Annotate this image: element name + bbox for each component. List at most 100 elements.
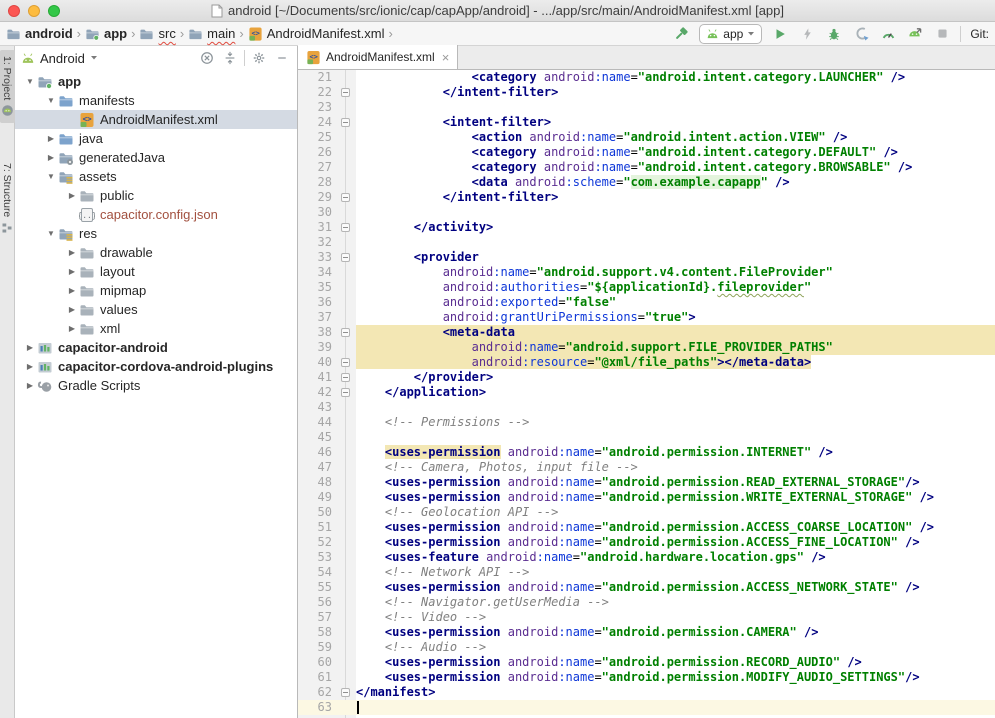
fold-marker-icon[interactable] [341,388,350,397]
attach-debugger-button[interactable] [852,25,870,43]
close-window-button[interactable] [8,5,20,17]
code-line-57[interactable]: <!-- Video --> [356,610,995,625]
code-line-22[interactable]: </intent-filter> [356,85,995,100]
breadcrumb-item-src[interactable]: src [139,26,175,41]
code-line-37[interactable]: android:grantUriPermissions="true"> [356,310,995,325]
code-line-50[interactable]: <!-- Geolocation API --> [356,505,995,520]
code-line-45[interactable] [356,430,995,445]
code-line-40[interactable]: android:resource="@xml/file_paths"></met… [356,355,995,370]
code-line-52[interactable]: <uses-permission android:name="android.p… [356,535,995,550]
tree-item-capacitor-config-json[interactable]: {..}capacitor.config.json [15,205,297,224]
tree-collapsed-arrow-icon[interactable]: ▶ [65,267,79,276]
tree-item-gradle-scripts[interactable]: ▶Gradle Scripts [15,376,297,395]
select-opened-file-button[interactable] [198,49,216,67]
tree-expanded-arrow-icon[interactable]: ▼ [44,96,58,105]
tool-window-button-project[interactable]: 1: Project [0,50,15,123]
fold-marker-icon[interactable] [341,373,350,382]
tree-item-res[interactable]: ▼res [15,224,297,243]
hide-panel-button[interactable] [273,49,291,67]
run-configuration-dropdown[interactable]: app [699,24,762,44]
code-line-55[interactable]: <uses-permission android:name="android.p… [356,580,995,595]
tab-androidmanifest[interactable]: <> AndroidManifest.xml × [298,45,458,69]
fold-marker-icon[interactable] [341,688,350,697]
tool-window-button-structure[interactable]: 7: Structure [0,157,14,239]
git-label[interactable]: Git: [970,27,991,41]
code-line-42[interactable]: </application> [356,385,995,400]
code-line-48[interactable]: <uses-permission android:name="android.p… [356,475,995,490]
code-line-44[interactable]: <!-- Permissions --> [356,415,995,430]
tree-item-java[interactable]: ▶java [15,129,297,148]
tree-expanded-arrow-icon[interactable]: ▼ [44,229,58,238]
tree-item-values[interactable]: ▶values [15,300,297,319]
code-line-39[interactable]: android:name="android.support.FILE_PROVI… [356,340,995,355]
code-line-43[interactable] [356,400,995,415]
tree-collapsed-arrow-icon[interactable]: ▶ [23,362,37,371]
breadcrumb-item-main[interactable]: main [188,26,235,41]
tree-collapsed-arrow-icon[interactable]: ▶ [44,134,58,143]
code-line-38[interactable]: <meta-data [356,325,995,340]
fold-marker-icon[interactable] [341,358,350,367]
build-hammer-button[interactable] [672,25,690,43]
code-line-34[interactable]: android:name="android.support.v4.content… [356,265,995,280]
code-line-49[interactable]: <uses-permission android:name="android.p… [356,490,995,505]
code-line-36[interactable]: android:exported="false" [356,295,995,310]
code-line-46[interactable]: <uses-permission android:name="android.p… [356,445,995,460]
fold-marker-icon[interactable] [341,253,350,262]
tree-item-mipmap[interactable]: ▶mipmap [15,281,297,300]
minimize-window-button[interactable] [28,5,40,17]
code-line-53[interactable]: <uses-feature android:name="android.hard… [356,550,995,565]
fold-marker-icon[interactable] [341,328,350,337]
apply-changes-android-button[interactable] [906,25,924,43]
tree-collapsed-arrow-icon[interactable]: ▶ [65,305,79,314]
tree-item-manifests[interactable]: ▼manifests [15,91,297,110]
tree-collapsed-arrow-icon[interactable]: ▶ [65,191,79,200]
breadcrumb-item-android[interactable]: android [6,26,73,41]
code-line-62[interactable]: </manifest> [356,685,995,700]
tree-item-generatedjava[interactable]: ▶generatedJava [15,148,297,167]
code-line-30[interactable] [356,205,995,220]
tree-item-app[interactable]: ▼app [15,72,297,91]
collapse-all-button[interactable] [221,49,239,67]
chevron-down-icon[interactable] [90,55,98,61]
code-line-27[interactable]: <category android:name="android.intent.c… [356,160,995,175]
tree-expanded-arrow-icon[interactable]: ▼ [23,77,37,86]
tree-collapsed-arrow-icon[interactable]: ▶ [65,248,79,257]
project-view-selector[interactable]: Android [40,51,85,66]
tree-collapsed-arrow-icon[interactable]: ▶ [23,381,37,390]
fold-marker-icon[interactable] [341,223,350,232]
code-line-25[interactable]: <action android:name="android.intent.act… [356,130,995,145]
fold-marker-icon[interactable] [341,193,350,202]
tree-collapsed-arrow-icon[interactable]: ▶ [65,286,79,295]
tree-item-capacitor-cordova-android-plugins[interactable]: ▶capacitor-cordova-android-plugins [15,357,297,376]
code-line-58[interactable]: <uses-permission android:name="android.p… [356,625,995,640]
tree-item-androidmanifest-xml[interactable]: <>AndroidManifest.xml [15,110,297,129]
code-line-29[interactable]: </intent-filter> [356,190,995,205]
code-line-33[interactable]: <provider [356,250,995,265]
profile-button[interactable] [879,25,897,43]
code-line-54[interactable]: <!-- Network API --> [356,565,995,580]
tree-item-public[interactable]: ▶public [15,186,297,205]
fold-marker-icon[interactable] [341,118,350,127]
apply-changes-lightning-button[interactable] [798,25,816,43]
breadcrumb-item-androidmanifest-xml[interactable]: <>AndroidManifest.xml [248,26,385,41]
fold-marker-icon[interactable] [341,88,350,97]
tree-item-layout[interactable]: ▶layout [15,262,297,281]
code-line-32[interactable] [356,235,995,250]
code-line-28[interactable]: <data android:scheme="com.example.capapp… [356,175,995,190]
code-line-41[interactable]: </provider> [356,370,995,385]
code-line-23[interactable] [356,100,995,115]
tree-expanded-arrow-icon[interactable]: ▼ [44,172,58,181]
panel-settings-gear-button[interactable] [250,49,268,67]
code-editor[interactable]: 2122232425262728293031323334353637383940… [298,70,995,718]
stop-button[interactable] [933,25,951,43]
code-line-26[interactable]: <category android:name="android.intent.c… [356,145,995,160]
tree-item-capacitor-android[interactable]: ▶capacitor-android [15,338,297,357]
tab-close-icon[interactable]: × [442,51,450,64]
code-line-51[interactable]: <uses-permission android:name="android.p… [356,520,995,535]
tree-collapsed-arrow-icon[interactable]: ▶ [44,153,58,162]
breadcrumb-item-app[interactable]: app [85,26,127,41]
run-button[interactable] [771,25,789,43]
tree-item-drawable[interactable]: ▶drawable [15,243,297,262]
tree-item-assets[interactable]: ▼assets [15,167,297,186]
code-line-63[interactable] [356,700,995,715]
